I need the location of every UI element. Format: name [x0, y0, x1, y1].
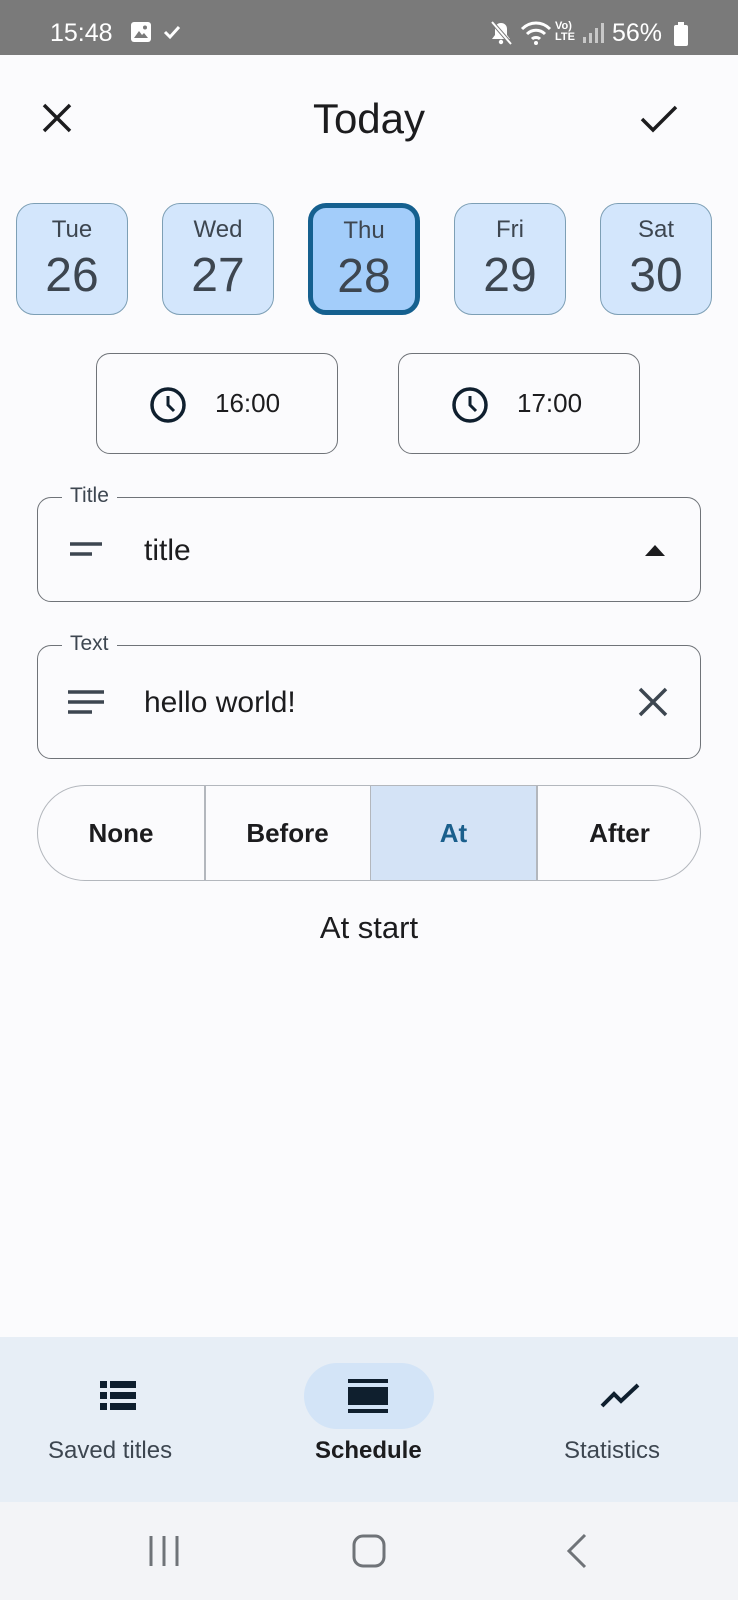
back-icon[interactable] [565, 1533, 589, 1569]
title-field-label: Title [62, 484, 117, 508]
recent-apps-icon[interactable] [147, 1534, 181, 1568]
nav-saved-titles[interactable]: Saved titles [0, 1337, 246, 1502]
check-icon [640, 105, 678, 133]
clock-icon [150, 387, 186, 423]
segment-after[interactable]: After [537, 786, 700, 880]
text-input-value: hello world! [144, 686, 296, 719]
bottom-navigation: Saved titles Schedule Statistics [0, 1337, 738, 1502]
day-number: 28 [337, 250, 391, 303]
clock-icon [452, 387, 488, 423]
text-field-label: Text [62, 632, 117, 656]
nav-label: Statistics [564, 1437, 661, 1464]
short-text-icon [70, 542, 102, 556]
battery-percent: 56% [612, 19, 663, 47]
text-field[interactable]: Text hello world! [37, 632, 701, 759]
end-time-text: 17:00 [517, 388, 583, 418]
page-title: Today [312, 95, 426, 142]
reminder-segmented-button: None Before At After [37, 785, 701, 881]
status-bar: 15:48 Vo) LTE 56% [0, 0, 738, 55]
trending-icon [600, 1383, 640, 1408]
nav-label: Schedule [315, 1437, 422, 1464]
title-field[interactable]: Title title [37, 484, 701, 602]
status-time: 15:48 [50, 19, 113, 47]
nav-schedule[interactable]: Schedule [246, 1337, 492, 1502]
gallery-icon [130, 21, 152, 48]
start-time-button[interactable]: 16:00 [96, 353, 338, 454]
segment-none[interactable]: None [38, 786, 204, 880]
segment-before[interactable]: Before [205, 786, 370, 880]
day-card-wed[interactable]: Wed 27 [162, 203, 274, 315]
day-number: 27 [191, 249, 245, 302]
home-icon[interactable] [351, 1533, 387, 1569]
title-input-value: title [144, 534, 191, 567]
day-selector: Tue 26 Wed 27 Thu 28 Fri 29 Sat 30 [16, 203, 738, 315]
day-number: 29 [483, 249, 537, 302]
day-name: Wed [193, 216, 243, 243]
day-number: 26 [45, 249, 99, 302]
mute-icon [489, 20, 513, 51]
day-card-sat[interactable]: Sat 30 [600, 203, 712, 315]
arrow-drop-up-icon[interactable] [643, 543, 667, 557]
day-number: 30 [629, 249, 683, 302]
volte-icon: Vo) LTE [555, 20, 575, 43]
list-icon [100, 1381, 136, 1410]
top-app-bar: Today [0, 55, 738, 190]
reminder-caption: At start [319, 910, 419, 945]
day-name: Tue [51, 216, 93, 243]
day-name: Sat [637, 216, 675, 243]
signal-icon [582, 22, 604, 49]
day-name: Fri [496, 216, 524, 243]
nav-label: Saved titles [48, 1437, 173, 1464]
view-agenda-icon [348, 1379, 388, 1413]
day-card-thu[interactable]: Thu 28 [308, 203, 420, 315]
wifi-icon [520, 20, 552, 51]
end-time-button[interactable]: 17:00 [398, 353, 640, 454]
battery-icon [674, 22, 688, 51]
nav-statistics[interactable]: Statistics [492, 1337, 738, 1502]
clear-icon[interactable] [637, 686, 669, 718]
system-navigation-bar [0, 1502, 738, 1600]
confirm-button[interactable] [636, 95, 682, 141]
day-card-tue[interactable]: Tue 26 [16, 203, 128, 315]
day-card-fri[interactable]: Fri 29 [454, 203, 566, 315]
start-time-text: 16:00 [215, 388, 281, 418]
segment-at[interactable]: At [371, 786, 536, 880]
check-icon [163, 24, 181, 45]
day-name: Thu [343, 217, 385, 244]
notes-icon [68, 690, 104, 714]
